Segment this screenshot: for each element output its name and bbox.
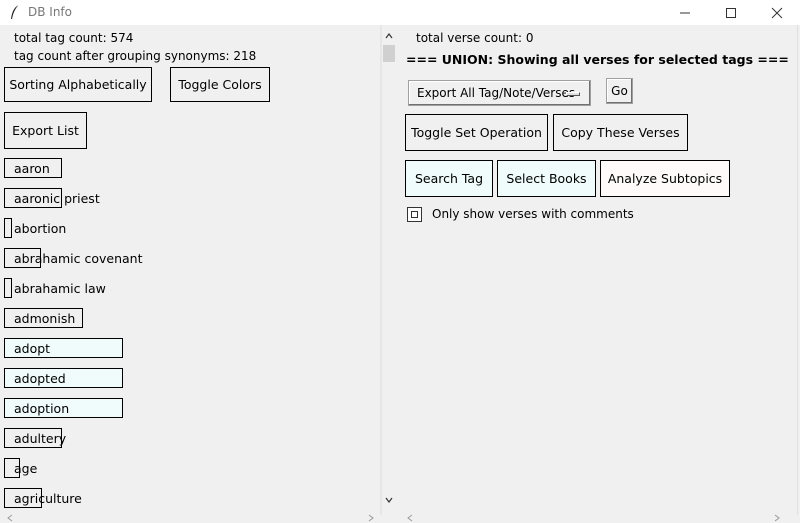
toggle-colors-button[interactable]: Toggle Colors <box>170 67 270 102</box>
tag-label: aaron <box>14 161 50 176</box>
maximize-icon <box>726 7 736 18</box>
tag-label: adoption <box>14 401 70 416</box>
feather-app-icon <box>11 4 20 19</box>
union-heading: === UNION: Showing all verses for select… <box>406 52 789 67</box>
tag-label: abrahamic law <box>14 281 106 296</box>
close-icon <box>771 7 783 18</box>
scroll-up-icon <box>385 33 393 39</box>
total-tag-count: total tag count: 574 <box>14 31 134 45</box>
tag-list-vertical-scrollbar[interactable] <box>383 30 395 510</box>
minimize-icon <box>680 12 690 13</box>
maximize-button[interactable] <box>708 0 754 25</box>
window-title: DB Info <box>28 5 72 19</box>
scroll-down-icon <box>385 497 393 503</box>
search-tag-button[interactable]: Search Tag <box>405 160 493 197</box>
comments-only-label: Only show verses with comments <box>432 207 634 221</box>
toggle-set-operation-button[interactable]: Toggle Set Operation <box>405 114 548 151</box>
comments-only-checkbox[interactable] <box>407 207 422 222</box>
option-menu-indicator-icon <box>566 92 580 96</box>
scroll-right-icon <box>368 514 374 522</box>
export-list-button[interactable]: Export List <box>4 112 87 149</box>
tag-label: adultery <box>14 431 67 446</box>
right-horizontal-scrollbar[interactable] <box>400 512 788 523</box>
tag-label: abortion <box>14 221 67 236</box>
scroll-left-icon <box>407 514 413 522</box>
tag-label: adopt <box>14 341 51 356</box>
scroll-thumb[interactable] <box>383 45 395 62</box>
export-options-menu[interactable]: Export All Tag/Note/Verses <box>408 80 591 106</box>
select-books-button[interactable]: Select Books <box>497 160 596 197</box>
sort-alphabetically-button[interactable]: Sorting Alphabetically <box>4 67 152 102</box>
tag-label: abrahamic covenant <box>14 251 143 266</box>
title-bar: DB Info <box>0 0 800 25</box>
grouped-tag-count: tag count after grouping synonyms: 218 <box>14 49 257 63</box>
close-button[interactable] <box>754 0 800 25</box>
tag-label: adopted <box>14 371 66 386</box>
tag-label: aaronic priest <box>14 191 100 206</box>
copy-these-verses-button[interactable]: Copy These Verses <box>553 114 688 151</box>
tag-label: agriculture <box>14 491 82 506</box>
right-pane-edge <box>797 25 798 515</box>
minimize-button[interactable] <box>662 0 708 25</box>
export-menu-label: Export All Tag/Note/Verses <box>417 86 576 100</box>
go-button[interactable]: Go <box>606 78 633 104</box>
left-horizontal-scrollbar[interactable] <box>0 512 382 523</box>
scroll-left-icon <box>7 514 13 522</box>
scroll-right-icon <box>774 514 780 522</box>
pane-divider[interactable] <box>380 25 382 515</box>
analyze-subtopics-button[interactable]: Analyze Subtopics <box>600 160 730 197</box>
tag-label: admonish <box>14 311 76 326</box>
tag-label: age <box>14 461 38 476</box>
total-verse-count: total verse count: 0 <box>416 31 534 45</box>
